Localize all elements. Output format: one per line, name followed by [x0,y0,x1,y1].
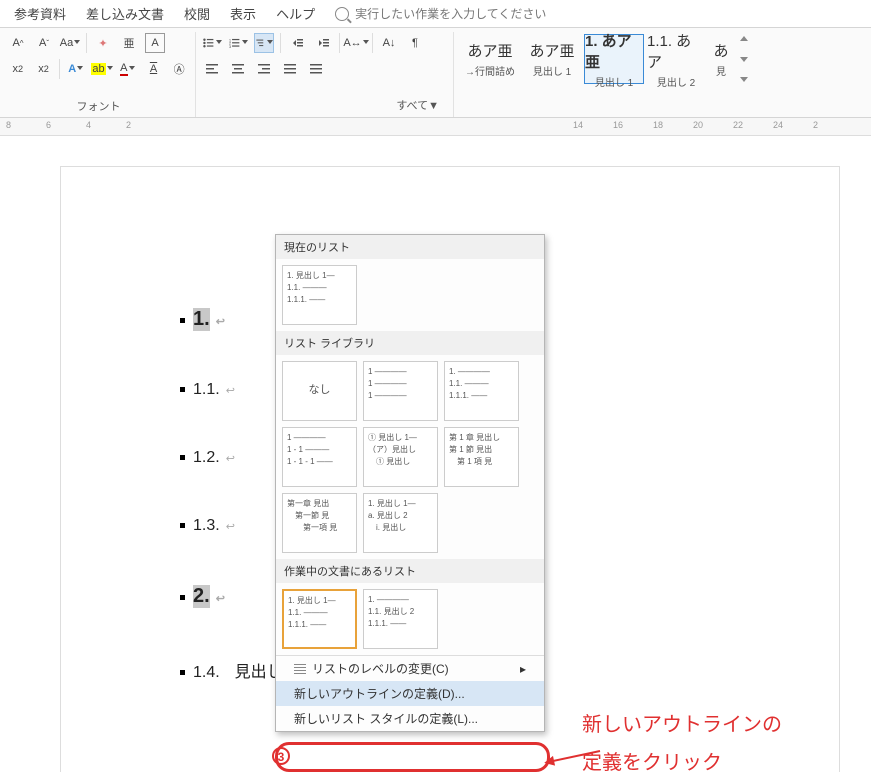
numbering-icon[interactable]: 123 [228,33,248,53]
multilevel-list-icon[interactable] [254,33,274,53]
ml-item-lib7[interactable]: 第一章 見出 第一節 見 第一項 見 [282,493,357,553]
ml-item-current[interactable]: 1. 見出し 1―1.1. ―――1.1.1. ―― [282,265,357,325]
show-marks-icon[interactable]: ¶ [405,33,425,53]
bullets-icon[interactable] [202,33,222,53]
menu-define-style[interactable]: 新しいリスト スタイルの定義(L)... [276,706,544,731]
ml-item-indoc2[interactable]: 1. ――――1.1. 見出し 21.1.1. ―― [363,589,438,649]
decrease-indent-icon[interactable] [287,33,307,53]
tab-references[interactable]: 参考資料 [4,0,76,28]
clear-format-icon[interactable]: ✦ [93,33,113,53]
document-area: 1.↩ 1.1.↩ 1.2.↩ 1.3.↩ 2.↩ 1.4. 見出し B-1↩ … [0,136,871,772]
align-right-icon[interactable] [254,59,274,79]
ml-item-none[interactable]: なし [282,361,357,421]
phonetic-guide-icon[interactable]: 亜 [119,33,139,53]
ml-item-lib2[interactable]: 1 ――――1 ――――1 ―――― [363,361,438,421]
ml-item-lib6[interactable]: 第 1 章 見出し第 1 節 見出 第 1 項 見 [444,427,519,487]
superscript-icon[interactable]: x2 [34,59,54,79]
style-normal-tight[interactable]: あア亜→行間詰め [460,34,520,84]
all-dropdown[interactable]: すべて▼ [396,97,439,113]
align-center-icon[interactable] [228,59,248,79]
font-color-icon[interactable]: A [118,59,138,79]
char-border-icon[interactable]: A [145,33,165,53]
styles-scroll[interactable] [736,34,752,84]
annotation-step-badge: 3 [272,747,290,765]
section-current: 現在のリスト [276,235,544,259]
section-library: リスト ライブラリ [276,331,544,355]
style-heading2[interactable]: 1.1. あア見出し 2 [646,34,706,84]
section-indoc: 作業中の文書にあるリスト [276,559,544,583]
asian-layout-icon[interactable]: A↔ [346,33,366,53]
style-heading1-plain[interactable]: あア亜見出し 1 [522,34,582,84]
svg-text:3: 3 [229,44,232,49]
menu-change-level[interactable]: リストのレベルの変更(C)▸ [276,656,544,681]
ribbon-body: A^ Aˇ Aa ✦ 亜 A x2 x2 A ab A A Ⓐ フォント [0,28,871,118]
search-icon [335,7,349,21]
ruler[interactable]: 8 6 4 2 14 16 18 20 22 24 2 [0,118,871,136]
indent-icon [294,664,306,674]
ml-item-lib3[interactable]: 1. ――――1.1. ―――1.1.1. ―― [444,361,519,421]
styles-gallery[interactable]: あア亜→行間詰め あア亜見出し 1 1. あア亜見出し 1 1.1. あア見出し… [460,32,850,84]
ml-item-lib4[interactable]: 1 ――――1 - 1 ―――1 - 1 - 1 ―― [282,427,357,487]
ribbon-tabs: 参考資料 差し込み文書 校閲 表示 ヘルプ 実行したい作業を入力してください [0,0,871,28]
annotation-text: 新しいアウトラインの 定義をクリック [582,706,782,772]
text-effects-icon[interactable]: A [66,59,86,79]
tell-me-placeholder: 実行したい作業を入力してください [355,5,546,22]
tab-mailings[interactable]: 差し込み文書 [76,0,174,28]
font-size-down-icon[interactable]: Aˇ [34,33,54,53]
change-case-button[interactable]: Aa [60,33,80,53]
align-left-icon[interactable] [202,59,222,79]
subscript-icon[interactable]: x2 [8,59,28,79]
char-shading-icon[interactable]: A [144,59,164,79]
ml-item-lib8[interactable]: 1. 見出し 1―a. 見出し 2 i. 見出し [363,493,438,553]
tab-review[interactable]: 校閲 [174,0,220,28]
align-justify-icon[interactable] [280,59,300,79]
font-size-up-icon[interactable]: A^ [8,33,28,53]
sort-icon[interactable]: A↓ [379,33,399,53]
font-group-label: フォント [8,98,189,115]
ml-item-lib5[interactable]: ① 見出し 1―（ア）見出し ① 見出し [363,427,438,487]
increase-indent-icon[interactable] [313,33,333,53]
style-more[interactable]: あ見 [708,34,734,84]
multilevel-dropdown: 現在のリスト 1. 見出し 1―1.1. ―――1.1.1. ―― リスト ライ… [275,234,545,732]
highlight-icon[interactable]: ab [92,59,112,79]
tab-help[interactable]: ヘルプ [266,0,325,28]
distributed-icon[interactable] [306,59,326,79]
tab-view[interactable]: 表示 [220,0,266,28]
style-heading1-num[interactable]: 1. あア亜見出し 1 [584,34,644,84]
menu-define-outline[interactable]: 新しいアウトラインの定義(D)... [276,681,544,706]
ml-item-indoc1[interactable]: 1. 見出し 1―1.1. ―――1.1.1. ―― [282,589,357,649]
enclose-char-icon[interactable]: Ⓐ [169,59,189,79]
tell-me[interactable]: 実行したい作業を入力してください [325,5,546,22]
